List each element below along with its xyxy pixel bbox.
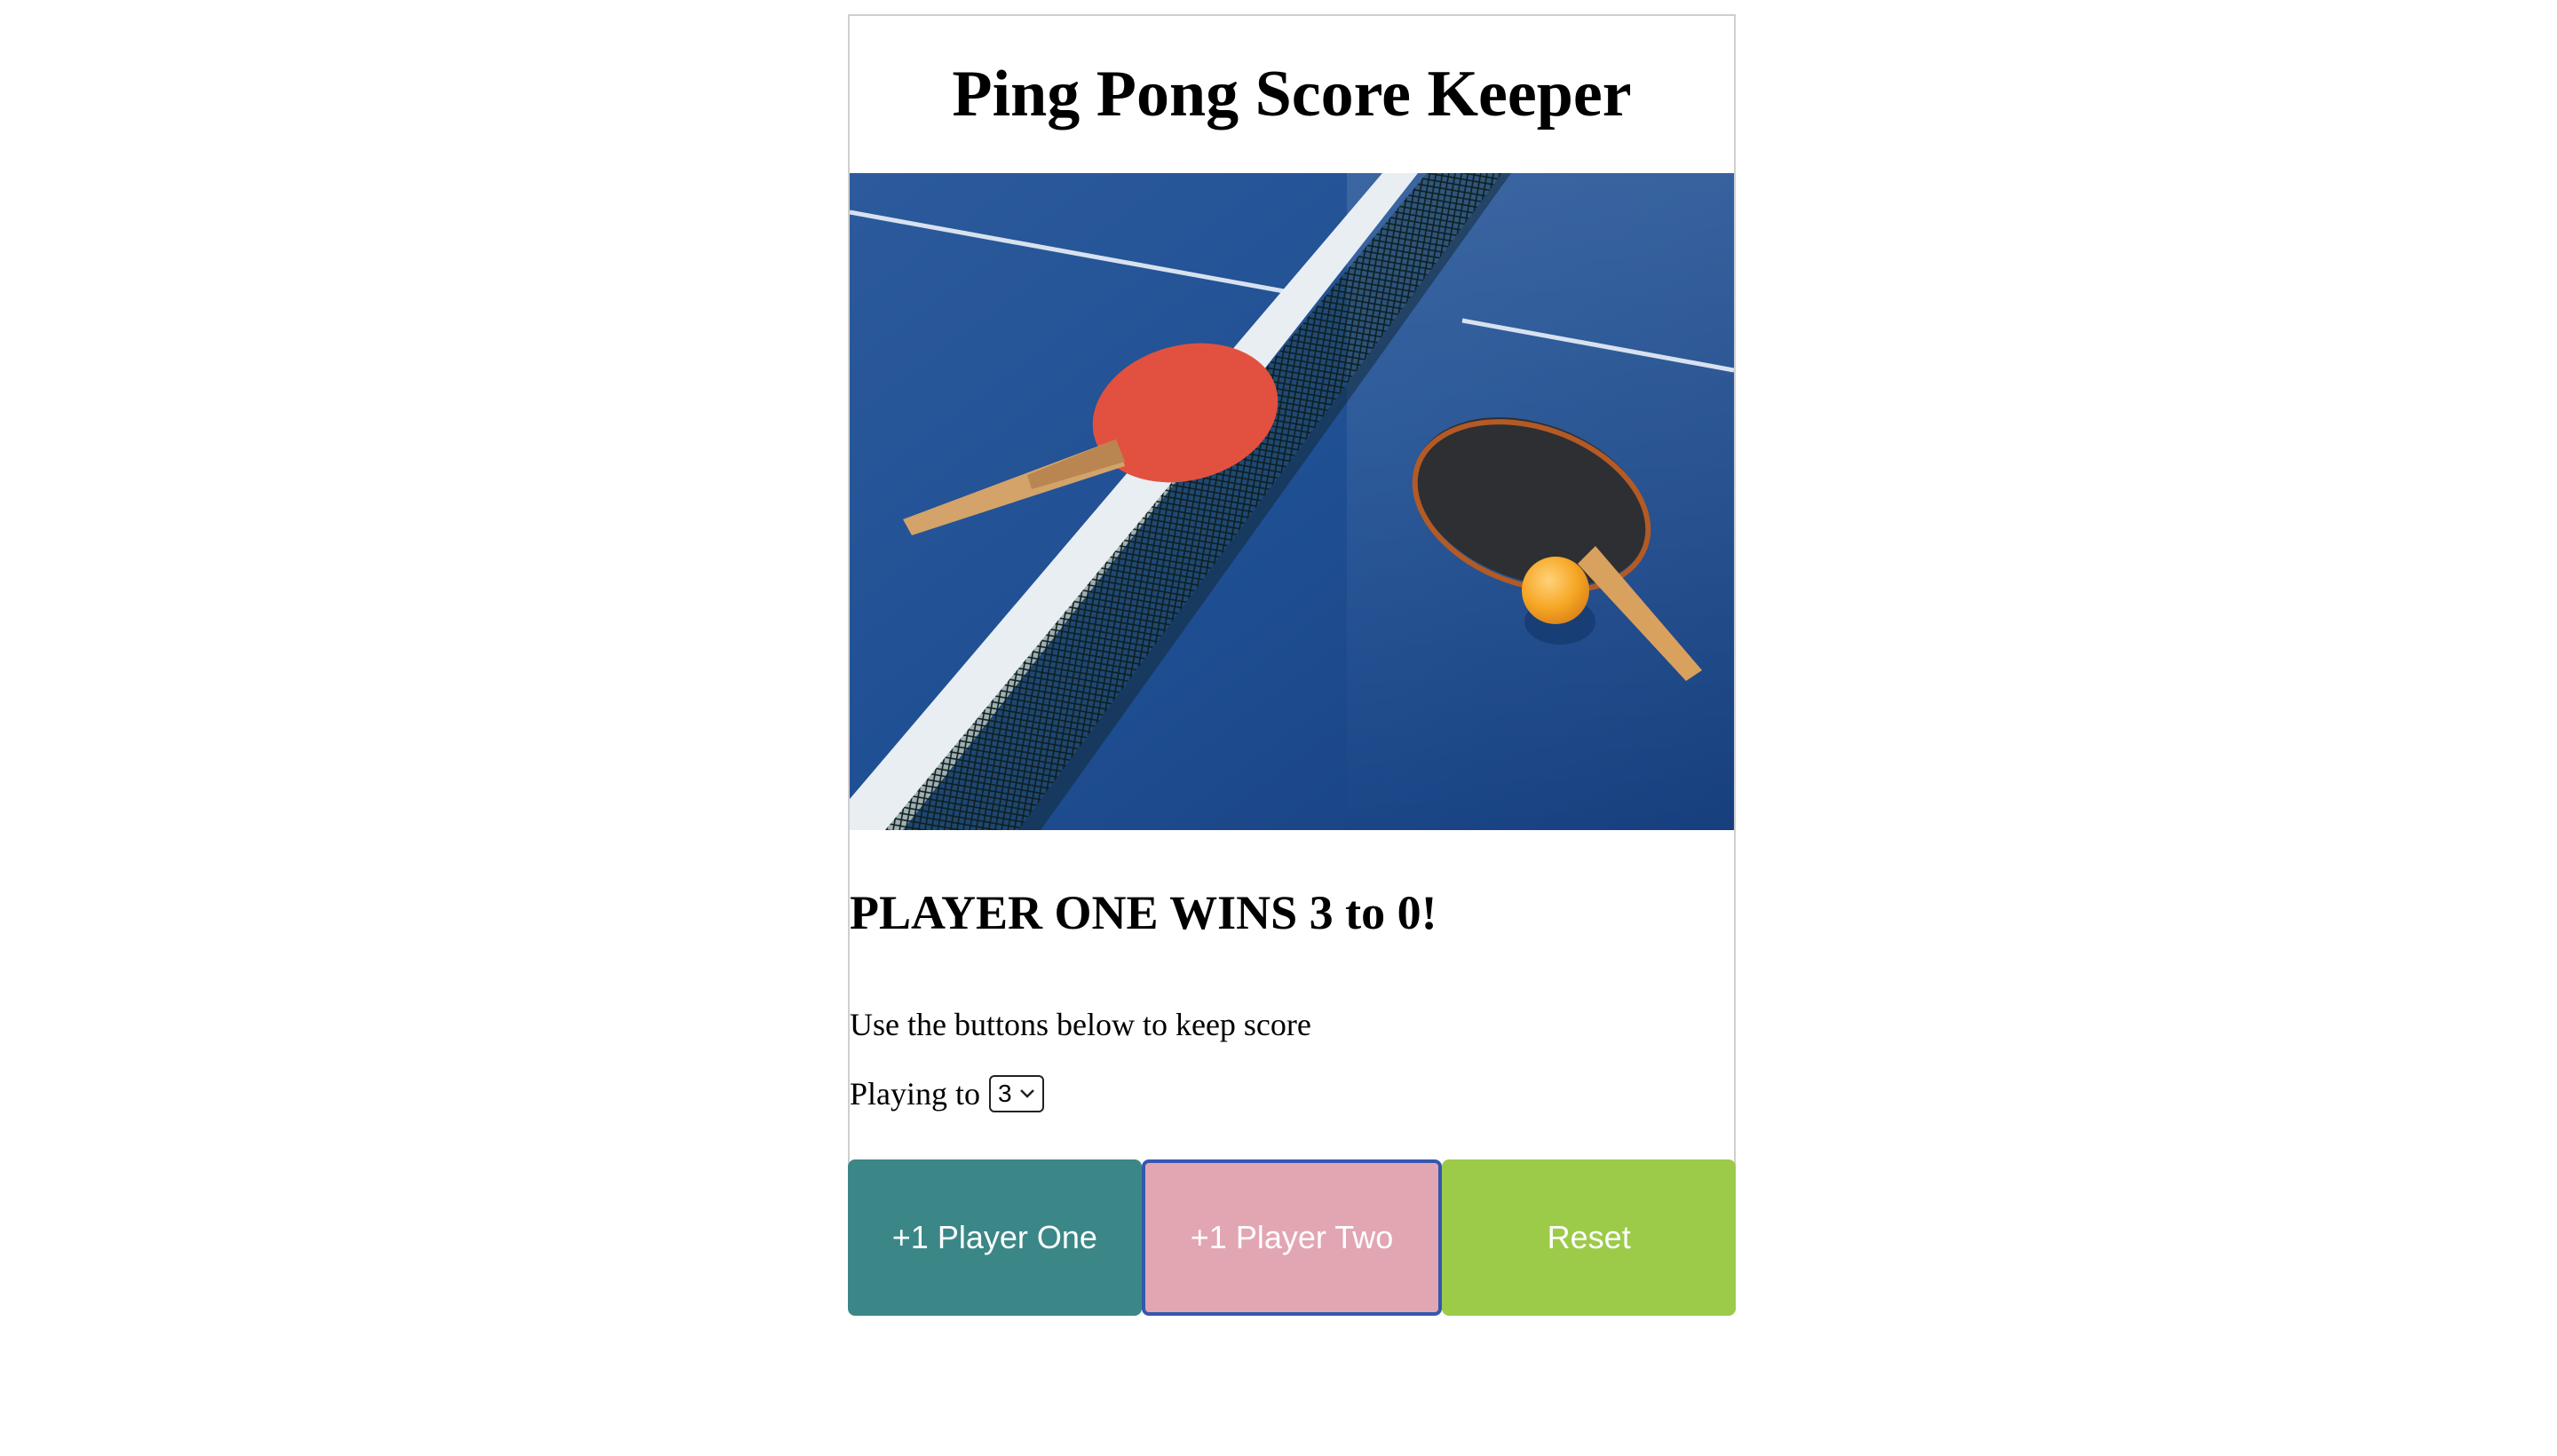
playing-to-label: Playing to	[850, 1076, 981, 1112]
page-title: Ping Pong Score Keeper	[952, 57, 1632, 131]
player-two-button[interactable]: +1 Player Two	[1141, 1159, 1443, 1316]
reset-button[interactable]: Reset	[1442, 1159, 1737, 1316]
player-one-button[interactable]: +1 Player One	[848, 1159, 1142, 1316]
playing-to-row: Playing to 3	[850, 1072, 1044, 1115]
score-card: Ping Pong Score Keeper PLAYER ONE WINS 3…	[848, 14, 1737, 1316]
result-message: PLAYER ONE WINS 3 to 0!	[850, 886, 1437, 939]
playing-to-value: 3	[998, 1080, 1012, 1107]
instructions-text: Use the buttons below to keep score	[850, 1007, 1311, 1042]
score-buttons: +1 Player One +1 Player Two Reset	[848, 1159, 1737, 1316]
ping-pong-table-photo	[850, 173, 1734, 830]
playing-to-select[interactable]: 3	[989, 1075, 1044, 1112]
chevron-down-icon	[1019, 1089, 1034, 1098]
